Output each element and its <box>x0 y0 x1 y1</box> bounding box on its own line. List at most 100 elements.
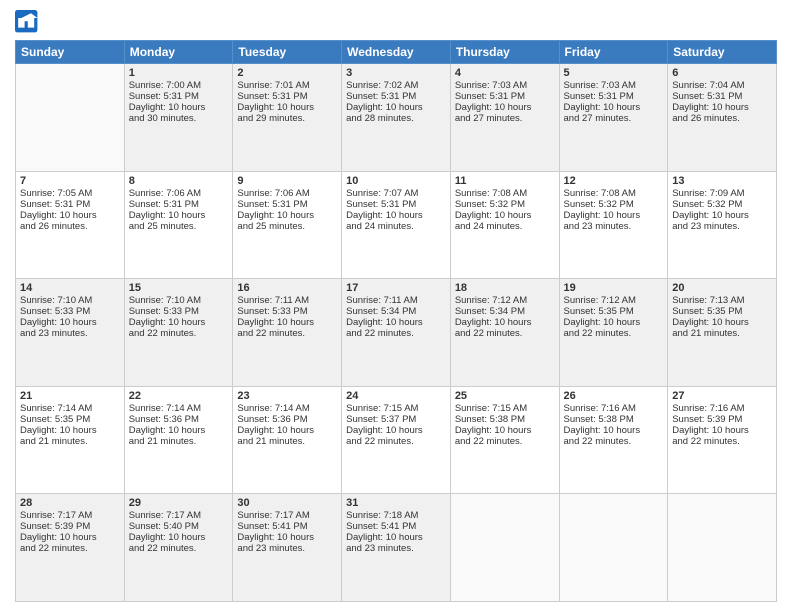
calendar-cell: 21Sunrise: 7:14 AMSunset: 5:35 PMDayligh… <box>16 386 125 494</box>
day-info: Daylight: 10 hours <box>564 425 664 436</box>
calendar-cell: 28Sunrise: 7:17 AMSunset: 5:39 PMDayligh… <box>16 494 125 602</box>
week-row-3: 14Sunrise: 7:10 AMSunset: 5:33 PMDayligh… <box>16 279 777 387</box>
day-info: Sunset: 5:35 PM <box>564 306 664 317</box>
week-row-4: 21Sunrise: 7:14 AMSunset: 5:35 PMDayligh… <box>16 386 777 494</box>
day-info: Sunset: 5:31 PM <box>20 199 120 210</box>
calendar-cell: 14Sunrise: 7:10 AMSunset: 5:33 PMDayligh… <box>16 279 125 387</box>
page: SundayMondayTuesdayWednesdayThursdayFrid… <box>0 0 792 612</box>
day-info: and 21 minutes. <box>129 436 229 447</box>
calendar-cell: 3Sunrise: 7:02 AMSunset: 5:31 PMDaylight… <box>342 64 451 172</box>
day-info: Sunset: 5:35 PM <box>20 414 120 425</box>
day-info: Sunset: 5:31 PM <box>237 199 337 210</box>
calendar-cell: 6Sunrise: 7:04 AMSunset: 5:31 PMDaylight… <box>668 64 777 172</box>
day-info: Daylight: 10 hours <box>672 425 772 436</box>
day-info: Daylight: 10 hours <box>237 317 337 328</box>
day-info: Sunrise: 7:14 AM <box>237 403 337 414</box>
day-info: Daylight: 10 hours <box>129 532 229 543</box>
day-info: Sunset: 5:34 PM <box>346 306 446 317</box>
day-info: Sunrise: 7:17 AM <box>237 510 337 521</box>
day-info: and 22 minutes. <box>20 543 120 554</box>
header-cell-tuesday: Tuesday <box>233 41 342 64</box>
day-number: 4 <box>455 67 555 79</box>
calendar-cell: 15Sunrise: 7:10 AMSunset: 5:33 PMDayligh… <box>124 279 233 387</box>
day-info: Sunrise: 7:06 AM <box>129 188 229 199</box>
header-cell-saturday: Saturday <box>668 41 777 64</box>
day-info: Sunset: 5:39 PM <box>20 521 120 532</box>
day-info: Daylight: 10 hours <box>455 210 555 221</box>
day-info: Sunrise: 7:15 AM <box>455 403 555 414</box>
day-info: and 24 minutes. <box>346 221 446 232</box>
day-info: Sunrise: 7:00 AM <box>129 80 229 91</box>
day-info: Sunrise: 7:12 AM <box>455 295 555 306</box>
day-info: Daylight: 10 hours <box>564 317 664 328</box>
calendar-cell: 19Sunrise: 7:12 AMSunset: 5:35 PMDayligh… <box>559 279 668 387</box>
day-number: 16 <box>237 282 337 294</box>
day-info: Sunrise: 7:17 AM <box>20 510 120 521</box>
day-info: Sunrise: 7:15 AM <box>346 403 446 414</box>
day-info: Sunrise: 7:16 AM <box>672 403 772 414</box>
day-info: Sunset: 5:36 PM <box>237 414 337 425</box>
calendar-cell: 23Sunrise: 7:14 AMSunset: 5:36 PMDayligh… <box>233 386 342 494</box>
day-info: Sunset: 5:33 PM <box>20 306 120 317</box>
day-info: Daylight: 10 hours <box>20 210 120 221</box>
day-info: Sunrise: 7:08 AM <box>564 188 664 199</box>
calendar-cell <box>16 64 125 172</box>
calendar-cell <box>668 494 777 602</box>
day-info: Daylight: 10 hours <box>237 210 337 221</box>
calendar-cell: 25Sunrise: 7:15 AMSunset: 5:38 PMDayligh… <box>450 386 559 494</box>
day-info: Sunrise: 7:03 AM <box>564 80 664 91</box>
day-info: Sunset: 5:33 PM <box>129 306 229 317</box>
day-number: 23 <box>237 390 337 402</box>
day-number: 27 <box>672 390 772 402</box>
day-info: Daylight: 10 hours <box>129 102 229 113</box>
calendar-cell: 1Sunrise: 7:00 AMSunset: 5:31 PMDaylight… <box>124 64 233 172</box>
calendar-cell: 12Sunrise: 7:08 AMSunset: 5:32 PMDayligh… <box>559 171 668 279</box>
day-number: 14 <box>20 282 120 294</box>
day-info: and 22 minutes. <box>455 436 555 447</box>
day-info: and 25 minutes. <box>237 221 337 232</box>
day-info: and 25 minutes. <box>129 221 229 232</box>
day-info: Sunset: 5:31 PM <box>346 199 446 210</box>
header-cell-friday: Friday <box>559 41 668 64</box>
day-info: and 23 minutes. <box>237 543 337 554</box>
day-info: Daylight: 10 hours <box>455 102 555 113</box>
day-info: Sunset: 5:35 PM <box>672 306 772 317</box>
day-info: Sunset: 5:31 PM <box>455 91 555 102</box>
day-info: and 22 minutes. <box>237 328 337 339</box>
day-info: Sunrise: 7:13 AM <box>672 295 772 306</box>
week-row-5: 28Sunrise: 7:17 AMSunset: 5:39 PMDayligh… <box>16 494 777 602</box>
day-info: Sunset: 5:31 PM <box>346 91 446 102</box>
day-info: Daylight: 10 hours <box>346 210 446 221</box>
header-cell-thursday: Thursday <box>450 41 559 64</box>
day-info: Sunrise: 7:12 AM <box>564 295 664 306</box>
calendar-cell: 9Sunrise: 7:06 AMSunset: 5:31 PMDaylight… <box>233 171 342 279</box>
header-cell-wednesday: Wednesday <box>342 41 451 64</box>
day-info: and 22 minutes. <box>346 328 446 339</box>
day-number: 17 <box>346 282 446 294</box>
day-number: 18 <box>455 282 555 294</box>
day-number: 5 <box>564 67 664 79</box>
day-info: Sunset: 5:36 PM <box>129 414 229 425</box>
calendar-cell: 13Sunrise: 7:09 AMSunset: 5:32 PMDayligh… <box>668 171 777 279</box>
day-info: and 26 minutes. <box>20 221 120 232</box>
day-info: Daylight: 10 hours <box>237 102 337 113</box>
day-info: Sunset: 5:38 PM <box>564 414 664 425</box>
day-info: and 22 minutes. <box>129 328 229 339</box>
calendar-cell: 31Sunrise: 7:18 AMSunset: 5:41 PMDayligh… <box>342 494 451 602</box>
calendar-cell <box>559 494 668 602</box>
calendar-cell: 26Sunrise: 7:16 AMSunset: 5:38 PMDayligh… <box>559 386 668 494</box>
week-row-1: 1Sunrise: 7:00 AMSunset: 5:31 PMDaylight… <box>16 64 777 172</box>
day-info: Sunset: 5:34 PM <box>455 306 555 317</box>
day-info: and 24 minutes. <box>455 221 555 232</box>
day-info: Daylight: 10 hours <box>564 210 664 221</box>
day-info: Sunrise: 7:05 AM <box>20 188 120 199</box>
day-info: and 27 minutes. <box>564 113 664 124</box>
header <box>15 10 777 34</box>
day-number: 3 <box>346 67 446 79</box>
logo-icon <box>15 10 39 34</box>
day-info: Daylight: 10 hours <box>346 317 446 328</box>
header-cell-monday: Monday <box>124 41 233 64</box>
day-info: Sunrise: 7:10 AM <box>129 295 229 306</box>
day-info: and 23 minutes. <box>672 221 772 232</box>
day-number: 12 <box>564 175 664 187</box>
